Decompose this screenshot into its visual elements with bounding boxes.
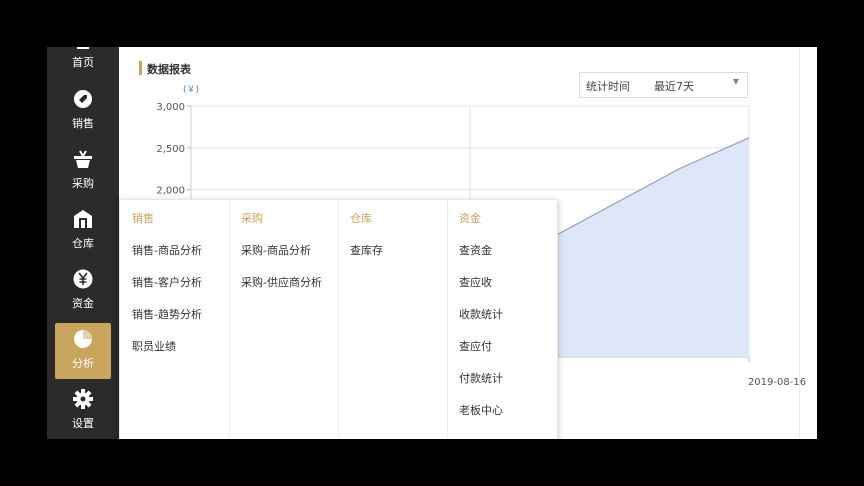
chevron-down-icon: ▼ xyxy=(732,77,739,86)
menu-item[interactable]: 采购-商品分析 xyxy=(241,242,311,258)
menu-item[interactable]: 付款统计 xyxy=(459,370,503,386)
x-tick-label: 2019-08-16 xyxy=(748,377,806,388)
menu-column-funds: 资金 查资金 查应收 收款统计 查应付 付款统计 老板中心 xyxy=(447,200,556,439)
menu-column-warehouse: 仓库 查库存 xyxy=(338,200,448,439)
sidebar-item-label: 销售 xyxy=(72,117,94,130)
menu-header: 采购 xyxy=(241,212,263,225)
hand-cursor-icon: ☝ xyxy=(146,390,155,406)
menu-header: 销售 xyxy=(132,212,154,225)
sidebar-item-home[interactable]: 首页 xyxy=(55,47,111,79)
menu-item[interactable]: 采购-供应商分析 xyxy=(241,274,322,290)
menu-item[interactable]: 收款统计 xyxy=(459,306,503,322)
menu-item[interactable]: 职员业绩 xyxy=(132,338,176,354)
sales-tag-icon xyxy=(74,90,92,108)
menu-item[interactable]: 老板中心 xyxy=(459,402,503,418)
sidebar-item-purchase[interactable]: 采购 xyxy=(55,143,111,199)
time-range-select[interactable]: 统计时间 最近7天 ▼ xyxy=(579,72,748,98)
sidebar-item-label: 分析 xyxy=(72,357,94,370)
basket-icon xyxy=(74,150,92,168)
menu-item[interactable]: 销售-商品分析 xyxy=(132,242,202,258)
gear-icon xyxy=(73,389,93,409)
menu-item[interactable]: 查资金 xyxy=(459,242,492,258)
time-range-label: 统计时间 xyxy=(586,80,630,93)
panel-divider xyxy=(799,47,800,439)
y-unit-label: (￥) xyxy=(183,85,199,95)
app-window: 首页 销售 采购 仓库 资金 分析 设置 数据报表 3,000 2,500 2,… xyxy=(47,47,817,439)
sidebar-item-label: 设置 xyxy=(72,417,94,430)
sidebar-item-sales[interactable]: 销售 xyxy=(55,83,111,139)
sidebar-item-settings[interactable]: 设置 xyxy=(55,383,111,439)
sidebar-nav: 首页 销售 采购 仓库 资金 分析 设置 xyxy=(47,47,119,439)
sidebar-item-analysis[interactable]: 分析 xyxy=(55,323,111,379)
sidebar-item-funds[interactable]: 资金 xyxy=(55,263,111,319)
y-tick-label: 2,500 xyxy=(156,144,185,155)
menu-header: 仓库 xyxy=(350,212,372,225)
menu-column-purchase: 采购 采购-商品分析 采购-供应商分析 xyxy=(229,200,339,439)
menu-header: 资金 xyxy=(459,212,481,225)
menu-item[interactable]: 查库存 xyxy=(350,242,383,258)
y-tick-label: 2,000 xyxy=(156,186,185,197)
sidebar-item-label: 仓库 xyxy=(72,237,94,250)
menu-item[interactable]: 查应付 xyxy=(459,338,492,354)
sidebar-item-warehouse[interactable]: 仓库 xyxy=(55,203,111,259)
warehouse-icon xyxy=(74,210,92,228)
menu-item[interactable]: 查应收 xyxy=(459,274,492,290)
menu-item[interactable]: 销售-趋势分析 xyxy=(132,306,202,322)
yen-coin-icon xyxy=(73,269,93,289)
sidebar-item-label: 首页 xyxy=(72,56,94,69)
pie-chart-icon xyxy=(74,330,92,348)
y-tick-label: 3,000 xyxy=(156,102,185,113)
time-range-value: 最近7天 xyxy=(654,80,694,93)
menu-item[interactable]: 销售-客户分析 xyxy=(132,274,202,290)
menu-column-sales: 销售 销售-商品分析 销售-客户分析 销售-趋势分析 职员业绩 xyxy=(120,200,230,439)
sidebar-item-label: 采购 xyxy=(72,177,94,190)
analysis-dropdown-menu: 销售 销售-商品分析 销售-客户分析 销售-趋势分析 职员业绩 采购 采购-商品… xyxy=(119,199,558,439)
sidebar-item-label: 资金 xyxy=(72,297,94,310)
